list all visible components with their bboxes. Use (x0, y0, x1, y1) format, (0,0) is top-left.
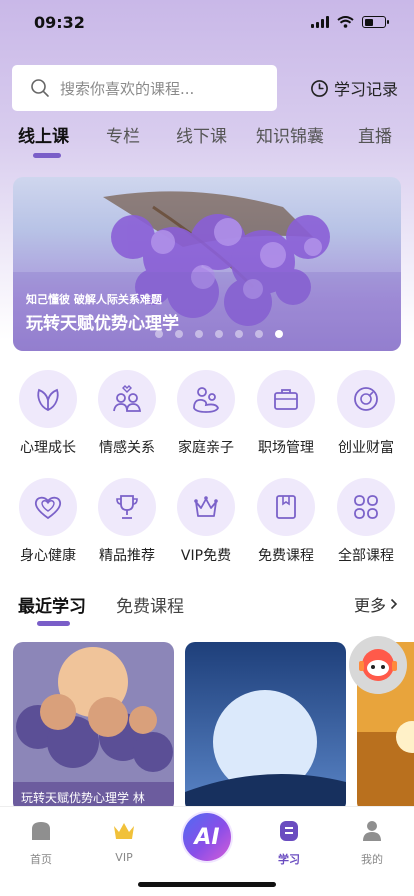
category-vip-free[interactable]: VIP免费 (166, 478, 246, 565)
pagination-dot[interactable] (195, 330, 203, 338)
family-icon (193, 387, 219, 413)
status-bar: 09:32 (0, 0, 414, 44)
wifi-icon (337, 16, 354, 28)
category-label: 家庭亲子 (178, 440, 234, 456)
coin-icon (354, 387, 378, 411)
category-all[interactable]: 全部课程 (326, 478, 406, 565)
crown-icon (194, 496, 218, 517)
heart-icon (34, 496, 62, 520)
tab-recent[interactable]: 最近学习 (18, 592, 86, 617)
history-button[interactable]: 学习记录 (310, 76, 402, 100)
category-psychology[interactable]: 心理成长 (8, 370, 88, 457)
clock-icon (311, 79, 328, 97)
pagination-dot[interactable] (215, 330, 223, 338)
tab-home[interactable]: 首页 (11, 817, 71, 867)
status-icons (311, 16, 389, 28)
search-placeholder: 搜索你喜欢的课程... (60, 79, 195, 98)
tab-study[interactable]: 学习 (259, 817, 319, 867)
grid-icon (354, 495, 378, 519)
category-wealth[interactable]: 创业财富 (326, 370, 406, 457)
tab-label: 首页 (30, 853, 52, 866)
pagination-dot-active[interactable] (275, 330, 283, 338)
briefcase-icon (274, 389, 298, 410)
banner-subtitle: 知己懂彼 破解人际关系难题 (26, 293, 162, 306)
search-input[interactable]: 搜索你喜欢的课程... (12, 65, 277, 111)
ai-label: AI (194, 824, 220, 850)
card-image (13, 642, 174, 807)
section-tab-indicator (37, 621, 70, 626)
search-icon (31, 79, 49, 97)
home-indicator (138, 882, 276, 887)
tab-label: VIP (115, 851, 133, 864)
tab-offline[interactable]: 线下课 (176, 122, 227, 147)
assistant-float-button[interactable] (349, 636, 407, 694)
tab-free-courses[interactable]: 免费课程 (116, 592, 184, 617)
user-icon (363, 821, 381, 841)
category-label: 情感关系 (99, 440, 155, 456)
book-icon (276, 495, 296, 519)
tab-vip[interactable]: VIP (94, 817, 154, 864)
tab-online[interactable]: 线上课 (18, 122, 69, 147)
card-caption: 玩转天赋优势心理学 林 (21, 791, 145, 805)
history-label: 学习记录 (333, 80, 398, 99)
signal-icon (311, 16, 329, 28)
category-label: 全部课程 (338, 548, 394, 564)
category-label: 免费课程 (258, 548, 314, 564)
category-label: 心理成长 (20, 440, 76, 456)
trophy-icon (116, 495, 138, 519)
crown-icon (114, 823, 134, 839)
category-featured[interactable]: 精品推荐 (87, 478, 167, 565)
more-link[interactable]: 更多 (354, 592, 398, 616)
mascot-icon (359, 649, 397, 681)
tab-label: 我的 (361, 853, 383, 866)
course-card[interactable] (185, 642, 346, 807)
category-label: 职场管理 (258, 440, 314, 456)
study-icon (280, 821, 298, 841)
pagination-dot[interactable] (155, 330, 163, 338)
tab-live[interactable]: 直播 (358, 122, 392, 147)
category-label: 创业财富 (338, 440, 394, 456)
pagination-dot[interactable] (175, 330, 183, 338)
category-family[interactable]: 家庭亲子 (166, 370, 246, 457)
battery-icon (362, 16, 389, 28)
tab-label: 学习 (278, 853, 300, 866)
pagination-dot[interactable] (255, 330, 263, 338)
category-label: 精品推荐 (99, 548, 155, 564)
card-image (185, 642, 346, 807)
banner[interactable]: 知己懂彼 破解人际关系难题 玩转天赋优势心理学 (13, 177, 401, 351)
tab-column[interactable]: 专栏 (106, 122, 140, 147)
couple-icon (113, 385, 142, 412)
search-row: 搜索你喜欢的课程... 学习记录 (12, 65, 402, 111)
tab-indicator (33, 153, 61, 158)
status-time: 09:32 (34, 12, 85, 32)
more-label: 更多 (353, 596, 386, 615)
category-label: VIP免费 (180, 548, 232, 564)
category-relationship[interactable]: 情感关系 (87, 370, 167, 457)
tab-knowledge[interactable]: 知识锦囊 (256, 122, 324, 147)
banner-pagination (155, 330, 283, 338)
category-free-course[interactable]: 免费课程 (246, 478, 326, 565)
leaf-icon (37, 388, 59, 411)
category-label: 身心健康 (20, 548, 76, 564)
chevron-right-icon (390, 598, 398, 610)
section-tabs: 最近学习 免费课程 更多 (18, 592, 398, 622)
course-tabs: 线上课 专栏 线下课 知识锦囊 直播 (0, 122, 414, 162)
course-card[interactable]: 玩转天赋优势心理学 林 (13, 642, 174, 807)
category-career[interactable]: 职场管理 (246, 370, 326, 457)
category-health[interactable]: 身心健康 (8, 478, 88, 565)
home-icon (32, 822, 50, 840)
tab-mine[interactable]: 我的 (342, 817, 402, 867)
ai-button[interactable]: AI (183, 813, 231, 861)
pagination-dot[interactable] (235, 330, 243, 338)
